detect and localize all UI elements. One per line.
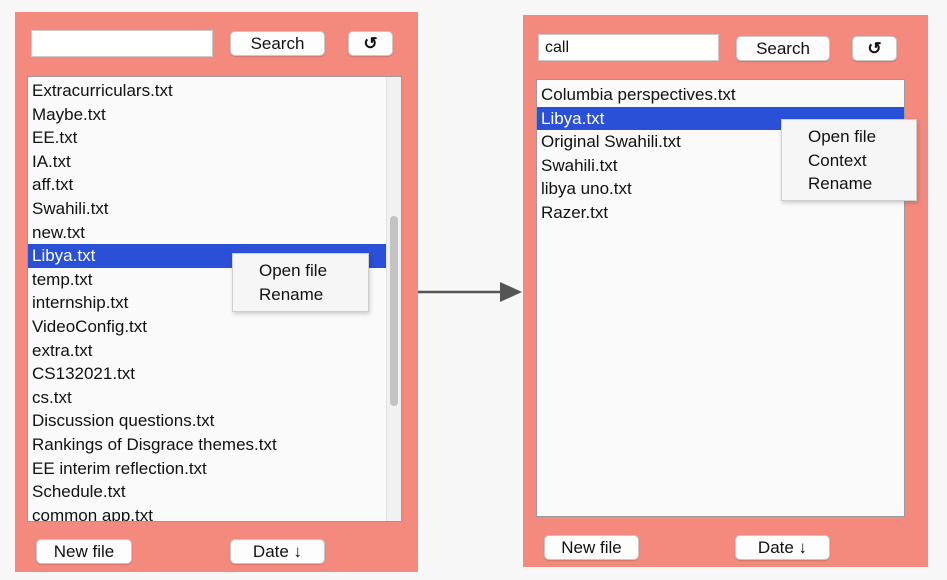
- context-menu: Open file Context Rename: [781, 119, 917, 201]
- file-item[interactable]: Rankings of Disgrace themes.txt: [28, 433, 387, 457]
- file-item[interactable]: Swahili.txt: [28, 197, 387, 221]
- file-item[interactable]: cs.txt: [28, 386, 387, 410]
- file-item[interactable]: Maybe.txt: [28, 103, 387, 127]
- file-item[interactable]: EE interim reflection.txt: [28, 457, 387, 481]
- refresh-icon[interactable]: ↺: [852, 36, 897, 61]
- file-item[interactable]: IA.txt: [28, 150, 387, 174]
- file-item[interactable]: extra.txt: [28, 339, 387, 363]
- sort-date-button[interactable]: Date ↓: [735, 535, 830, 560]
- search-button[interactable]: Search: [736, 36, 830, 61]
- menu-item-rename[interactable]: Rename: [782, 172, 916, 196]
- sort-date-button[interactable]: Date ↓: [230, 539, 325, 564]
- search-input[interactable]: [31, 30, 213, 57]
- scrollbar-thumb[interactable]: [390, 216, 398, 407]
- scrollbar[interactable]: [386, 77, 401, 521]
- search-button[interactable]: Search: [230, 31, 325, 56]
- menu-item-rename[interactable]: Rename: [233, 283, 368, 307]
- menu-item-context[interactable]: Context: [782, 149, 916, 173]
- file-item[interactable]: Discussion questions.txt: [28, 409, 387, 433]
- left-file-panel: Search ↺ Extracurriculars.txt Maybe.txt EE…: [15, 12, 418, 572]
- file-item[interactable]: Columbia perspectives.txt: [537, 83, 904, 107]
- context-menu: Open file Rename: [232, 253, 369, 312]
- file-item[interactable]: aff.txt: [28, 173, 387, 197]
- file-item[interactable]: Extracurriculars.txt: [28, 79, 387, 103]
- file-item[interactable]: Razer.txt: [537, 201, 904, 225]
- file-item[interactable]: EE.txt: [28, 126, 387, 150]
- menu-item-open-file[interactable]: Open file: [233, 259, 368, 283]
- new-file-button[interactable]: New file: [36, 539, 132, 564]
- search-input[interactable]: [538, 34, 719, 61]
- file-item[interactable]: common app.txt: [28, 504, 387, 521]
- file-item[interactable]: VideoConfig.txt: [28, 315, 387, 339]
- file-item[interactable]: Schedule.txt: [28, 480, 387, 504]
- refresh-icon[interactable]: ↺: [348, 31, 393, 56]
- menu-item-open-file[interactable]: Open file: [782, 125, 916, 149]
- file-item[interactable]: new.txt: [28, 221, 387, 245]
- file-item[interactable]: CS132021.txt: [28, 362, 387, 386]
- new-file-button[interactable]: New file: [544, 535, 639, 560]
- arrow-right-icon: [418, 282, 522, 302]
- right-file-panel: Search ↺ Columbia perspectives.txtLibya.…: [523, 15, 928, 567]
